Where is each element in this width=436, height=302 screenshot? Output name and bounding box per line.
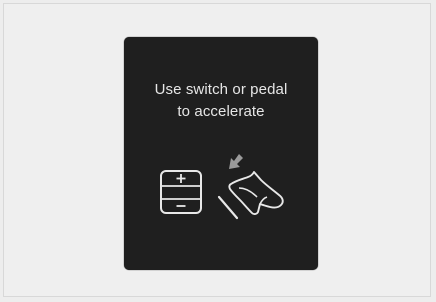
accelerate-message: Use switch or pedal to accelerate	[124, 79, 318, 122]
cluster-display-panel: Use switch or pedal to accelerate	[124, 37, 318, 270]
message-line-1: Use switch or pedal	[154, 81, 288, 98]
accelerate-switch-icon	[160, 170, 202, 214]
screenshot-frame: Use switch or pedal to accelerate	[0, 0, 436, 302]
message-line-2: to accelerate	[177, 102, 265, 120]
foot-pedal-icon	[217, 154, 284, 220]
